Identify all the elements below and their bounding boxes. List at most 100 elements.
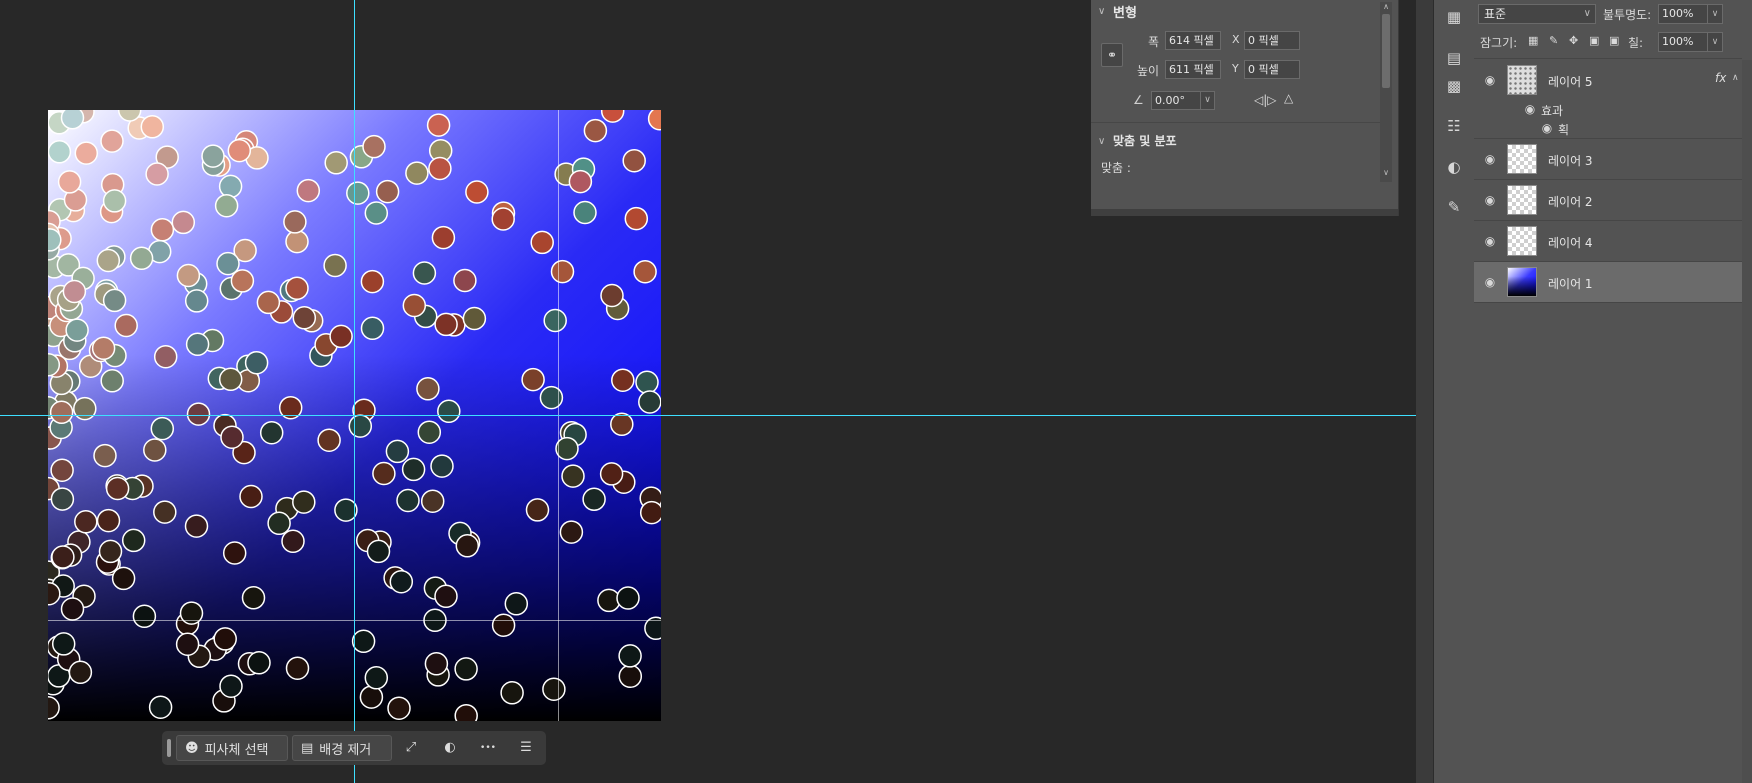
lock-position-icon[interactable]: ✥: [1569, 34, 1578, 47]
dot: [387, 696, 411, 720]
scroll-down-icon[interactable]: ∨: [1383, 168, 1389, 177]
dot: [525, 498, 550, 522]
dot: [599, 462, 624, 486]
visibility-eye-icon[interactable]: ◉: [1483, 73, 1497, 87]
fill-dropdown-icon[interactable]: ∨: [1707, 32, 1723, 52]
dot: [171, 210, 196, 235]
panel-icon-strip: ▦ ▤ ▩ ☷ ◐ ✎: [1433, 0, 1475, 783]
y-field[interactable]: 0 픽셀: [1244, 60, 1300, 79]
dot: [465, 180, 489, 204]
height-field[interactable]: 611 픽셀: [1165, 60, 1221, 79]
visibility-eye-icon[interactable]: ◉: [1483, 234, 1497, 248]
visibility-eye-icon[interactable]: ◉: [1483, 275, 1497, 289]
dot: [93, 443, 117, 468]
select-subject-button[interactable]: ☻ 피사체 선택: [176, 735, 288, 761]
divider: [1474, 58, 1742, 59]
lock-all-icon[interactable]: ▣: [1609, 34, 1619, 47]
layer-row-4[interactable]: ◉ 레이어 4: [1474, 221, 1742, 262]
x-field[interactable]: 0 픽셀: [1244, 31, 1300, 50]
dot: [317, 428, 341, 452]
adjustments-icon[interactable]: ☷: [1444, 116, 1464, 136]
libraries-icon[interactable]: ▤: [1444, 48, 1464, 68]
more-options-icon[interactable]: •••: [480, 740, 496, 756]
layer-row-1[interactable]: ◉ 레이어 1: [1474, 262, 1742, 303]
layer-row-2[interactable]: ◉ 레이어 2: [1474, 180, 1742, 221]
document-icon[interactable]: ▩: [1444, 76, 1464, 96]
effects-eye-icon[interactable]: ◉: [1523, 102, 1537, 116]
lock-transparency-icon[interactable]: ▦: [1528, 34, 1538, 47]
dot: [105, 476, 130, 501]
drag-handle[interactable]: [167, 739, 171, 757]
guide-horizontal[interactable]: [0, 415, 1416, 416]
dot: [129, 246, 154, 271]
fx-badge[interactable]: fx: [1715, 71, 1726, 85]
remove-background-button[interactable]: ▤ 배경 제거: [292, 735, 392, 761]
dot: [366, 539, 391, 564]
table-icon[interactable]: ▦: [1444, 7, 1464, 27]
layer-name: 레이어 2: [1548, 195, 1593, 209]
transform-icon[interactable]: ⤢: [403, 740, 419, 756]
dot: [624, 206, 649, 231]
dot: [73, 396, 97, 421]
scrollbar-thumb[interactable]: [1382, 14, 1390, 88]
dot: [285, 656, 310, 680]
dot: [230, 269, 255, 293]
dot: [539, 385, 564, 410]
dot: [504, 592, 529, 616]
dot: [424, 652, 449, 676]
opacity-label: 불투명도:: [1603, 8, 1652, 22]
dot: [220, 425, 244, 449]
dot: [121, 528, 146, 553]
settings-sliders-icon[interactable]: ☰: [518, 740, 534, 756]
collapse-chevron-icon[interactable]: ∨: [1098, 136, 1105, 147]
dot: [48, 140, 72, 164]
dot: [214, 193, 239, 218]
lock-artboard-icon[interactable]: ▣: [1589, 34, 1599, 47]
angle-field[interactable]: 0.00°: [1151, 91, 1201, 110]
visibility-eye-icon[interactable]: ◉: [1483, 193, 1497, 207]
angle-dropdown-icon[interactable]: ∨: [1200, 91, 1215, 110]
dot: [96, 248, 121, 273]
dot: [582, 487, 606, 512]
opacity-dropdown-icon[interactable]: ∨: [1707, 4, 1723, 24]
adjustment-icon[interactable]: ◐: [442, 740, 458, 756]
collapse-chevron-icon[interactable]: ∨: [1098, 6, 1105, 17]
visibility-eye-icon[interactable]: ◉: [1483, 152, 1497, 166]
lock-pixels-icon[interactable]: ✎: [1549, 34, 1558, 47]
opacity-field[interactable]: 100%: [1658, 4, 1708, 24]
contextual-task-bar: ☻ 피사체 선택 ▤ 배경 제거 ⤢ ◐ ••• ☰: [162, 731, 546, 765]
dot: [51, 545, 75, 569]
dot: [610, 412, 634, 437]
flip-vertical-icon[interactable]: △: [1284, 91, 1293, 105]
panel-resize-bar[interactable]: [1091, 209, 1398, 216]
flip-horizontal-icon[interactable]: ◁|▷: [1254, 93, 1277, 107]
layer-row-3[interactable]: ◉ 레이어 3: [1474, 139, 1742, 180]
dot: [239, 484, 263, 509]
brush-settings-icon[interactable]: ✎: [1444, 197, 1464, 217]
dot: [102, 288, 127, 313]
fill-field[interactable]: 100%: [1658, 32, 1708, 52]
blend-mode-select[interactable]: 표준 ∨: [1478, 4, 1596, 24]
dot: [74, 510, 98, 534]
layer-thumbnail: [1507, 185, 1537, 215]
dot: [175, 632, 200, 656]
align-label: 맞춤 :: [1101, 161, 1131, 175]
guide-vertical[interactable]: [354, 0, 355, 783]
width-field[interactable]: 614 픽셀: [1165, 31, 1221, 50]
masks-icon[interactable]: ◐: [1444, 157, 1464, 177]
chevron-down-icon: ∨: [1583, 8, 1591, 19]
stroke-eye-icon[interactable]: ◉: [1540, 121, 1554, 135]
link-proportions-icon[interactable]: ⚭: [1101, 43, 1123, 67]
properties-panel: ∨ 변형 ⚭ 폭 614 픽셀 X 0 픽셀 높이 611 픽셀 Y 0 픽셀 …: [1091, 0, 1399, 216]
dot: [281, 529, 305, 554]
dot: [176, 263, 201, 288]
scroll-up-icon[interactable]: ∧: [1383, 2, 1389, 11]
dot: [114, 313, 138, 338]
x-label: X: [1232, 33, 1240, 46]
dot: [222, 541, 247, 565]
layer-thumbnail: [1507, 267, 1537, 297]
layer-row-5[interactable]: ◉ 레이어 5 fx ∧ ◉ 효과 ◉ 획: [1474, 60, 1742, 139]
layers-scrollbar[interactable]: [1742, 60, 1752, 783]
dot: [364, 201, 389, 225]
expand-effects-icon[interactable]: ∧: [1732, 73, 1739, 83]
